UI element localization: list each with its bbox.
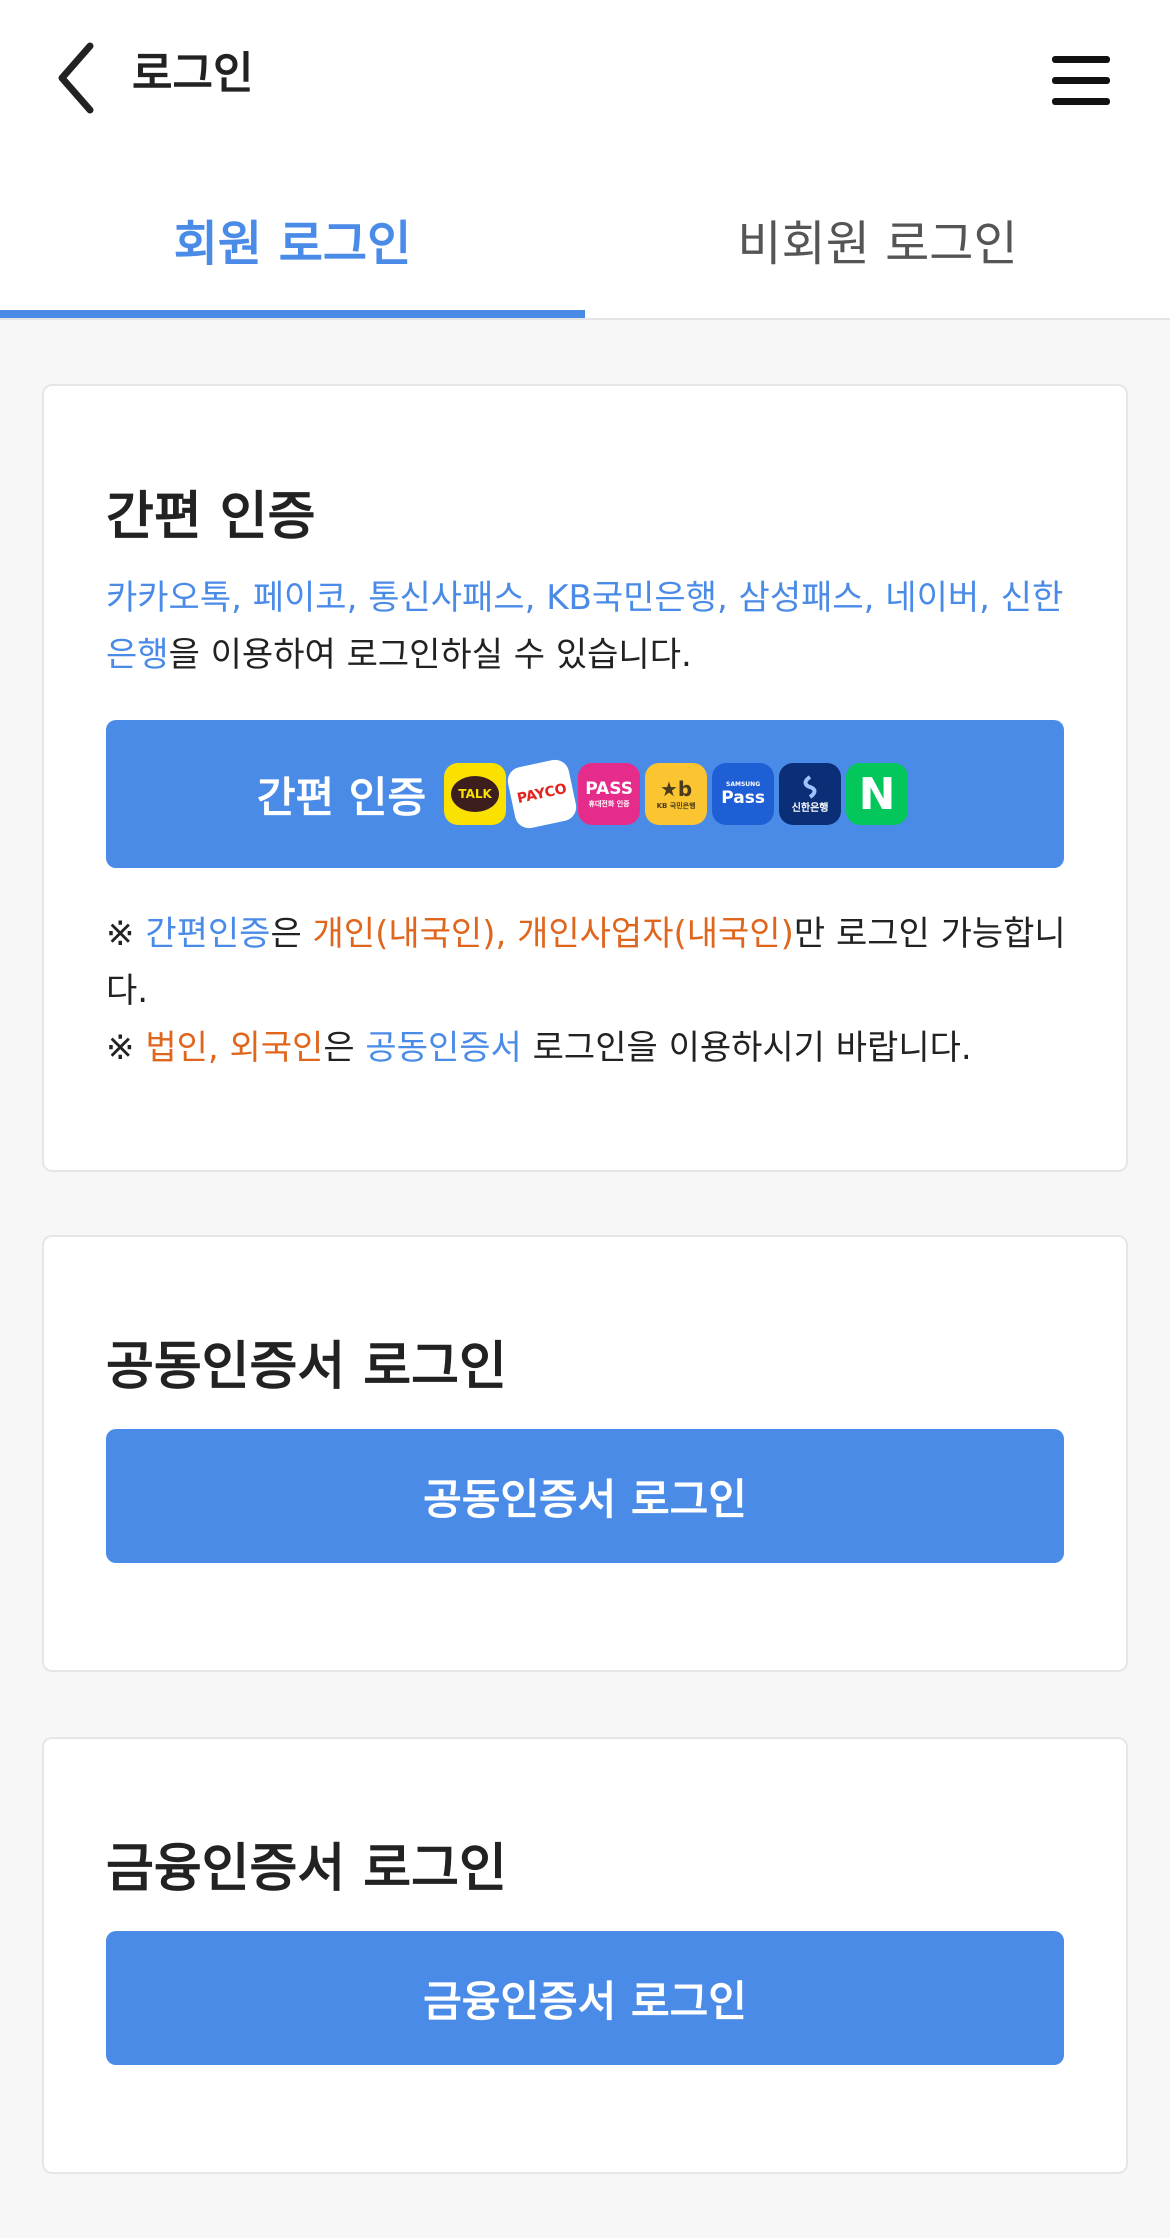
note-2-cert: 공동인증서: [365, 1028, 522, 1068]
menu-bar: [1052, 77, 1110, 84]
joint-cert-title: 공동인증서 로그인: [106, 1337, 507, 1397]
note-mark: ※: [106, 1028, 135, 1068]
joint-cert-login-button[interactable]: 공동인증서 로그인: [106, 1429, 1064, 1563]
pass-icon: PASS 휴대전화 인증: [578, 763, 641, 825]
page-title: 로그인: [132, 48, 254, 99]
note-1-term: 간편인증: [145, 914, 271, 954]
simple-auth-button-label: 간편 인증: [256, 772, 427, 822]
note-1-text-a: 은: [270, 914, 313, 954]
naver-icon: N: [846, 763, 909, 825]
app-header: 로그인: [0, 0, 1170, 160]
simple-auth-card: 간편 인증 카카오톡, 페이코, 통신사패스, KB국민은행, 삼성패스, 네이…: [42, 384, 1128, 1172]
menu-bar: [1052, 98, 1110, 105]
menu-bar: [1052, 56, 1110, 63]
note-2-text-a: 은: [323, 1028, 366, 1068]
simple-auth-description: 카카오톡, 페이코, 통신사패스, KB국민은행, 삼성패스, 네이버, 신한은…: [106, 570, 1076, 684]
kb-bank-icon: ★b KB 국민은행: [645, 763, 708, 825]
note-2-text-b: 로그인을 이용하시기 바랍니다.: [521, 1028, 972, 1068]
provider-icons: TALK PAYCO PASS 휴대전화 인증 ★b KB 국민은행 SAMSUNG Pass…: [444, 757, 913, 831]
joint-cert-card: 공동인증서 로그인 공동인증서 로그인: [42, 1235, 1128, 1672]
samsung-pass-icon: SAMSUNG Pass: [712, 763, 775, 825]
simple-auth-button[interactable]: 간편 인증 TALK PAYCO PASS 휴대전화 인증 ★b KB 국민은행 SAMSU…: [106, 720, 1064, 868]
finance-cert-title: 금융인증서 로그인: [106, 1839, 507, 1899]
simple-auth-notes: ※ 간편인증은 개인(내국인), 개인사업자(내국인)만 로그인 가능합니다. …: [106, 906, 1076, 1077]
finance-cert-button-label: 금융인증서 로그인: [423, 1976, 747, 2026]
login-tabs: 회원 로그인 비회원 로그인: [0, 160, 1170, 320]
note-2-excluded: 법인, 외국인: [145, 1028, 324, 1068]
shinhan-bank-icon: 신한은행: [779, 763, 842, 825]
hamburger-menu-button[interactable]: [1048, 52, 1114, 108]
joint-cert-button-label: 공동인증서 로그인: [423, 1474, 747, 1524]
payco-icon: PAYCO: [505, 757, 579, 831]
description-suffix: 을 이용하여 로그인하실 수 있습니다.: [168, 635, 692, 675]
tab-member-login[interactable]: 회원 로그인: [0, 160, 585, 318]
kakaotalk-icon: TALK: [444, 763, 507, 825]
note-mark: ※: [106, 914, 135, 954]
note-1-eligible: 개인(내국인), 개인사업자(내국인): [312, 914, 794, 954]
finance-cert-card: 금융인증서 로그인 금융인증서 로그인: [42, 1737, 1128, 2174]
note-1: ※ 간편인증은 개인(내국인), 개인사업자(내국인)만 로그인 가능합니다.: [106, 906, 1076, 1020]
simple-auth-title: 간편 인증: [106, 487, 316, 547]
tab-guest-login[interactable]: 비회원 로그인: [585, 160, 1170, 318]
active-tab-indicator: [0, 310, 585, 318]
finance-cert-login-button[interactable]: 금융인증서 로그인: [106, 1931, 1064, 2065]
chevron-left-icon: [58, 42, 94, 114]
note-2: ※ 법인, 외국인은 공동인증서 로그인을 이용하시기 바랍니다.: [106, 1020, 1076, 1077]
back-button[interactable]: [48, 38, 104, 118]
